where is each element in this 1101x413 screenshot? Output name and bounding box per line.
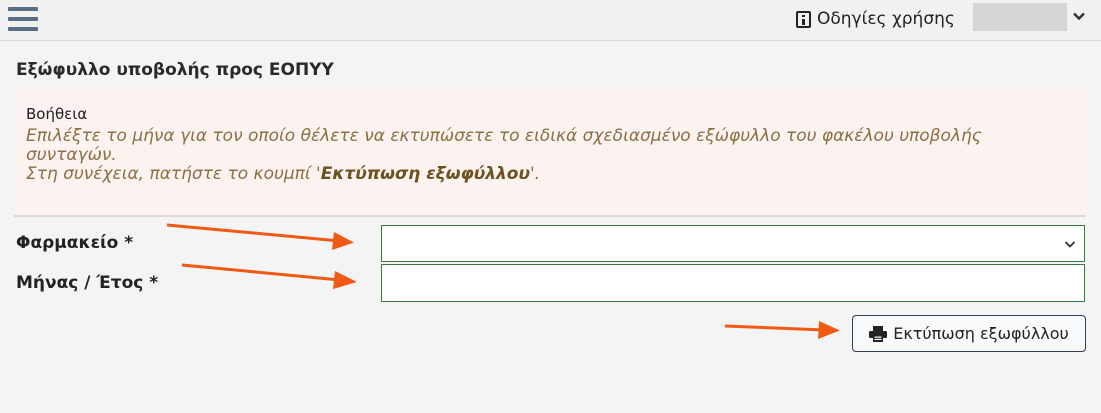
info-book-icon xyxy=(796,10,811,28)
chevron-down-icon[interactable] xyxy=(1073,10,1085,22)
help-title: Βοήθεια xyxy=(26,105,88,123)
pharmacy-select[interactable] xyxy=(381,225,1085,262)
top-bar: Οδηγίες χρήσης xyxy=(0,0,1101,41)
user-menu[interactable] xyxy=(973,3,1067,31)
print-cover-label: Εκτύπωση εξωφύλλου xyxy=(893,324,1069,343)
arrow-annotation xyxy=(724,321,840,339)
month-year-label: Μήνας / Έτος * xyxy=(16,273,159,293)
print-cover-button[interactable]: Εκτύπωση εξωφύλλου xyxy=(852,315,1086,352)
arrow-annotation xyxy=(181,263,357,289)
help-line-1: Επιλέξτε το μήνα για τον οποίο θέλετε να… xyxy=(26,126,982,165)
printer-icon xyxy=(869,325,888,342)
page-title: Εξώφυλλο υποβολής προς ΕΟΠΥΥ xyxy=(16,60,334,80)
help-line-2-suffix: '. xyxy=(529,164,541,184)
arrow-annotation xyxy=(166,223,354,250)
help-body: Επιλέξτε το μήνα για τον οποίο θέλετε να… xyxy=(26,127,1066,184)
help-line-2-prefix: Στη συνέχεια, πατήστε το κουμπί ' xyxy=(26,164,321,184)
help-panel: Βοήθεια Επιλέξτε το μήνα για τον οποίο θ… xyxy=(14,89,1086,217)
pharmacy-label: Φαρμακείο * xyxy=(16,233,134,253)
chevron-down-icon xyxy=(1064,241,1076,248)
user-guide-label: Οδηγίες χρήσης xyxy=(817,9,955,29)
hamburger-icon[interactable] xyxy=(8,5,38,33)
user-guide-link[interactable]: Οδηγίες χρήσης xyxy=(796,7,955,31)
help-line-2-bold: Εκτύπωση εξωφύλλου xyxy=(320,164,530,184)
month-year-input[interactable] xyxy=(381,264,1085,302)
